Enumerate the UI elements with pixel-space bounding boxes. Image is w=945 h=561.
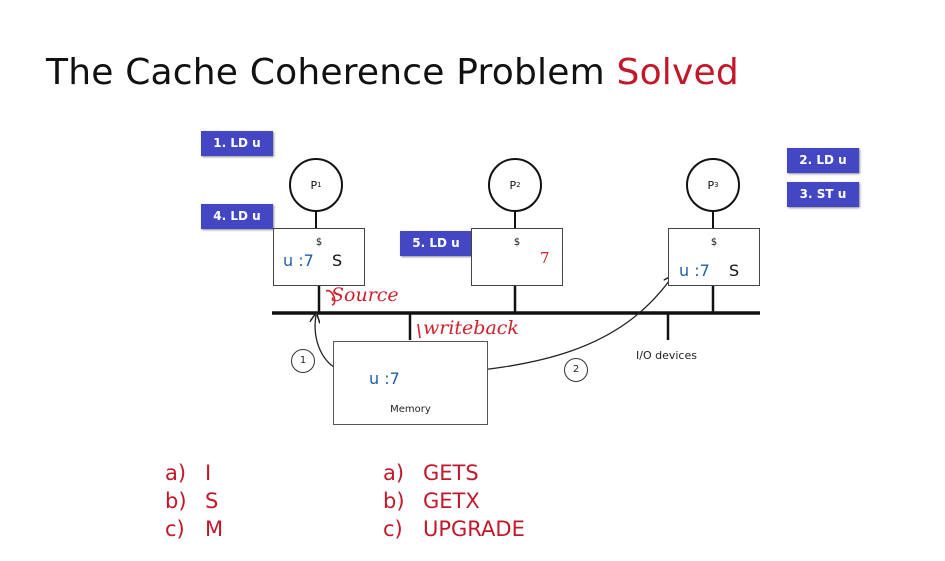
requests-item-letter: a) <box>383 461 405 485</box>
requests-list-item: a) GETS <box>383 459 525 487</box>
tag-2-ld-u: 2. LD u <box>787 148 859 173</box>
states-item-letter: b) <box>165 489 187 513</box>
tag-1-ld-u: 1. LD u <box>201 131 273 156</box>
p1-label: P <box>310 178 318 192</box>
memory-value: u :7 <box>369 369 400 388</box>
cache-p1-dollar: $ <box>315 237 323 248</box>
cache-p1-state: S <box>332 251 343 270</box>
cache-p3: $ u :7 S <box>668 228 760 286</box>
memory-label: Memory <box>390 404 431 415</box>
memory-box: u :7 Memory <box>333 341 488 425</box>
cache-p2: $ 7 <box>471 228 563 286</box>
step-2-circle: 2 <box>564 358 588 382</box>
cache-p3-value: u :7 <box>679 261 710 280</box>
cache-p2-value: 7 <box>540 249 550 267</box>
tag-5-ld-u: 5. LD u <box>400 231 472 256</box>
annotation-source: Source <box>331 284 399 306</box>
states-list-item: b) S <box>165 487 223 515</box>
processor-p2: P2 <box>488 158 542 212</box>
states-item-letter: c) <box>165 517 185 541</box>
cache-p1: $ u :7 S <box>273 228 365 286</box>
p2-label: P <box>509 178 517 192</box>
states-list: a) I b) S c) M <box>165 459 223 543</box>
annotation-writeback: writeback <box>423 317 519 339</box>
cache-p3-dollar: $ <box>710 237 718 248</box>
tag-3-st-u: 3. ST u <box>787 182 859 207</box>
processor-p1: P1 <box>289 158 343 212</box>
states-item-letter: a) <box>165 461 187 485</box>
p3-label: P <box>707 178 715 192</box>
requests-item-text: GETS <box>423 461 479 485</box>
requests-item-letter: b) <box>383 489 405 513</box>
writeback-strike <box>417 323 421 339</box>
states-list-item: c) M <box>165 515 223 543</box>
p1-sub: 1 <box>317 181 322 189</box>
requests-list-item: c) UPGRADE <box>383 515 525 543</box>
cache-p2-dollar: $ <box>513 237 521 248</box>
step-1-circle: 1 <box>291 349 315 373</box>
requests-item-text: UPGRADE <box>423 517 525 541</box>
io-devices-label: I/O devices <box>636 349 697 362</box>
states-item-text: M <box>205 517 224 541</box>
p2-sub: 2 <box>516 181 521 189</box>
requests-item-text: GETX <box>423 489 480 513</box>
states-item-text: S <box>205 489 219 513</box>
cache-p3-state: S <box>729 261 740 280</box>
p3-sub: 3 <box>714 181 719 189</box>
requests-list: a) GETS b) GETX c) UPGRADE <box>383 459 525 543</box>
requests-item-letter: c) <box>383 517 403 541</box>
tag-4-ld-u: 4. LD u <box>201 204 273 229</box>
states-list-item: a) I <box>165 459 223 487</box>
requests-list-item: b) GETX <box>383 487 525 515</box>
cache-p1-value: u :7 <box>283 251 314 270</box>
states-item-text: I <box>205 461 212 485</box>
processor-p3: P3 <box>686 158 740 212</box>
